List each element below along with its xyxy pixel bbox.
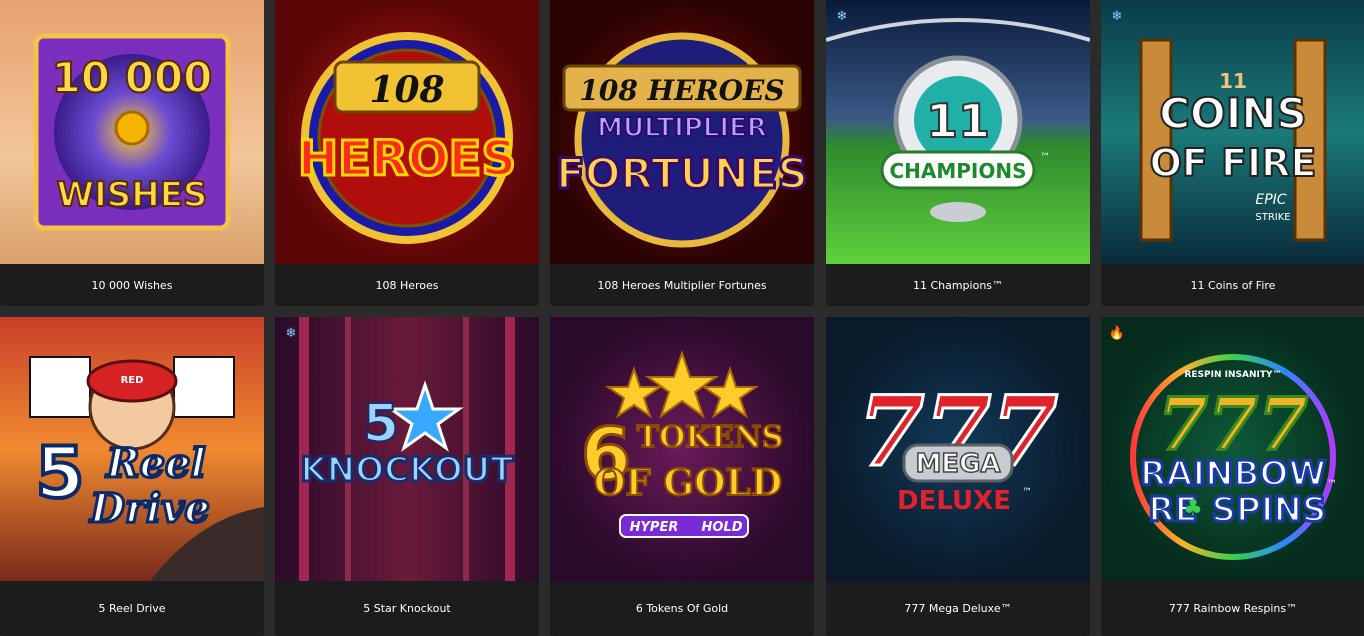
game-card-108-heroes-multiplier-fortunes[interactable]: 108 HEROES MULTIPLIER FORTUNES 108 Heroe… [550,0,814,306]
svg-text:FORTUNES: FORTUNES [556,149,808,198]
game-title[interactable]: 777 Rainbow Respins™ [1101,581,1364,636]
fire-icon: 🔥 [1108,325,1126,341]
game-title[interactable]: 11 Coins of Fire [1101,264,1364,306]
game-artwork: 777 MEGA DELUXE ™ [826,317,1090,581]
game-artwork: 11 COINS OF FIRE EPIC STRIKE [1101,0,1364,264]
game-artwork: 5 KNOCKOUT [275,317,539,581]
svg-text:TOKENS: TOKENS [637,420,783,455]
svg-text:DELUXE: DELUXE [897,486,1011,516]
svg-text:10 000: 10 000 [52,53,213,102]
game-card-777-mega-deluxe[interactable]: 777 MEGA DELUXE ™ 777 Mega Deluxe™ [826,317,1090,636]
svg-text:♣: ♣ [1183,496,1203,521]
game-card-11-coins-of-fire[interactable]: ❄ 11 COINS OF FIRE EPIC STRIKE 11 Coins … [1101,0,1364,306]
svg-text:CHAMPIONS: CHAMPIONS [889,159,1026,183]
game-artwork: 6 TOKENS OF GOLD HYPER HOLD [550,317,814,581]
svg-text:HEROES: HEROES [298,131,516,187]
game-card-108-heroes[interactable]: 108 HEROES 108 Heroes [275,0,539,306]
game-thumbnail[interactable]: 10 000 WISHES [0,0,264,264]
game-title[interactable]: 777 Mega Deluxe™ [826,581,1090,636]
game-title[interactable]: 6 Tokens Of Gold [550,581,814,636]
snowflake-icon: ❄ [1111,8,1123,24]
game-card-10000-wishes[interactable]: 10 000 WISHES 10 000 Wishes [0,0,264,306]
game-thumbnail[interactable]: ❄ 5 KNOCKOUT [275,317,539,581]
game-grid: 10 000 WISHES 10 000 Wishes 108 HEROES 1… [0,0,1364,636]
svg-text:RED: RED [121,375,144,386]
game-thumbnail[interactable]: 6 TOKENS OF GOLD HYPER HOLD [550,317,814,581]
game-title[interactable]: 108 Heroes Multiplier Fortunes [550,264,814,306]
svg-text:5: 5 [363,394,399,454]
svg-text:OF GOLD: OF GOLD [594,462,782,504]
game-artwork: RESPIN INSANITY™ 777 RAINBOW RE ♣ SPINS … [1101,317,1364,581]
game-thumbnail[interactable]: 🔥 RESPIN INSANITY™ 777 RAINBOW RE ♣ SPIN… [1101,317,1364,581]
game-card-5-star-knockout[interactable]: ❄ 5 KNOCKOUT 5 Star Knockout [275,317,539,636]
game-title[interactable]: 5 Reel Drive [0,581,264,636]
svg-text:EPIC: EPIC [1255,192,1286,208]
game-card-11-champions[interactable]: ❄ 11 CHAMPIONS ™ 11 Champions™ [826,0,1090,306]
game-thumbnail[interactable]: 108 HEROES MULTIPLIER FORTUNES [550,0,814,264]
svg-text:™: ™ [1022,487,1032,498]
game-thumbnail[interactable]: 108 HEROES [275,0,539,264]
game-artwork: 10 000 WISHES [0,0,264,264]
svg-text:OF FIRE: OF FIRE [1150,141,1317,185]
game-title[interactable]: 11 Champions™ [826,264,1090,306]
game-thumbnail[interactable]: RED 5 Reel Drive [0,317,264,581]
game-artwork: 108 HEROES MULTIPLIER FORTUNES [550,0,814,264]
game-card-5-reel-drive[interactable]: RED 5 Reel Drive 5 Reel Drive [0,317,264,636]
svg-text:108 HEROES: 108 HEROES [579,74,784,107]
svg-text:™: ™ [1327,479,1337,490]
game-thumbnail[interactable]: 777 MEGA DELUXE ™ [826,317,1090,581]
game-card-777-rainbow-respins[interactable]: 🔥 RESPIN INSANITY™ 777 RAINBOW RE ♣ SPIN… [1101,317,1364,636]
snowflake-icon: ❄ [836,8,848,24]
svg-text:SPINS: SPINS [1212,490,1327,530]
game-thumbnail[interactable]: ❄ 11 CHAMPIONS ™ [826,0,1090,264]
svg-text:RAINBOW: RAINBOW [1140,454,1326,494]
svg-text:KNOCKOUT: KNOCKOUT [300,450,514,490]
svg-text:11: 11 [926,94,990,148]
svg-text:HYPER: HYPER [630,520,679,535]
snowflake-icon: ❄ [285,325,297,341]
svg-text:108: 108 [369,69,444,111]
svg-text:RESPIN INSANITY™: RESPIN INSANITY™ [1184,370,1281,380]
game-title[interactable]: 5 Star Knockout [275,581,539,636]
game-card-6-tokens-of-gold[interactable]: 6 TOKENS OF GOLD HYPER HOLD 6 Tokens Of … [550,317,814,636]
game-title[interactable]: 108 Heroes [275,264,539,306]
svg-text:HOLD: HOLD [701,520,742,535]
game-artwork: RED 5 Reel Drive [0,317,264,581]
svg-text:WISHES: WISHES [57,175,208,215]
svg-text:STRIKE: STRIKE [1255,212,1290,223]
svg-text:COINS: COINS [1159,89,1307,138]
game-title[interactable]: 10 000 Wishes [0,264,264,306]
svg-text:Reel: Reel [105,440,205,487]
game-artwork: 11 CHAMPIONS ™ [826,0,1090,264]
svg-text:MULTIPLIER: MULTIPLIER [597,113,767,143]
svg-text:5: 5 [36,432,85,514]
svg-text:MEGA: MEGA [915,449,1000,479]
svg-text:Drive: Drive [89,485,210,532]
game-thumbnail[interactable]: ❄ 11 COINS OF FIRE EPIC STRIKE [1101,0,1364,264]
svg-text:™: ™ [1040,152,1050,163]
game-artwork: 108 HEROES [275,0,539,264]
